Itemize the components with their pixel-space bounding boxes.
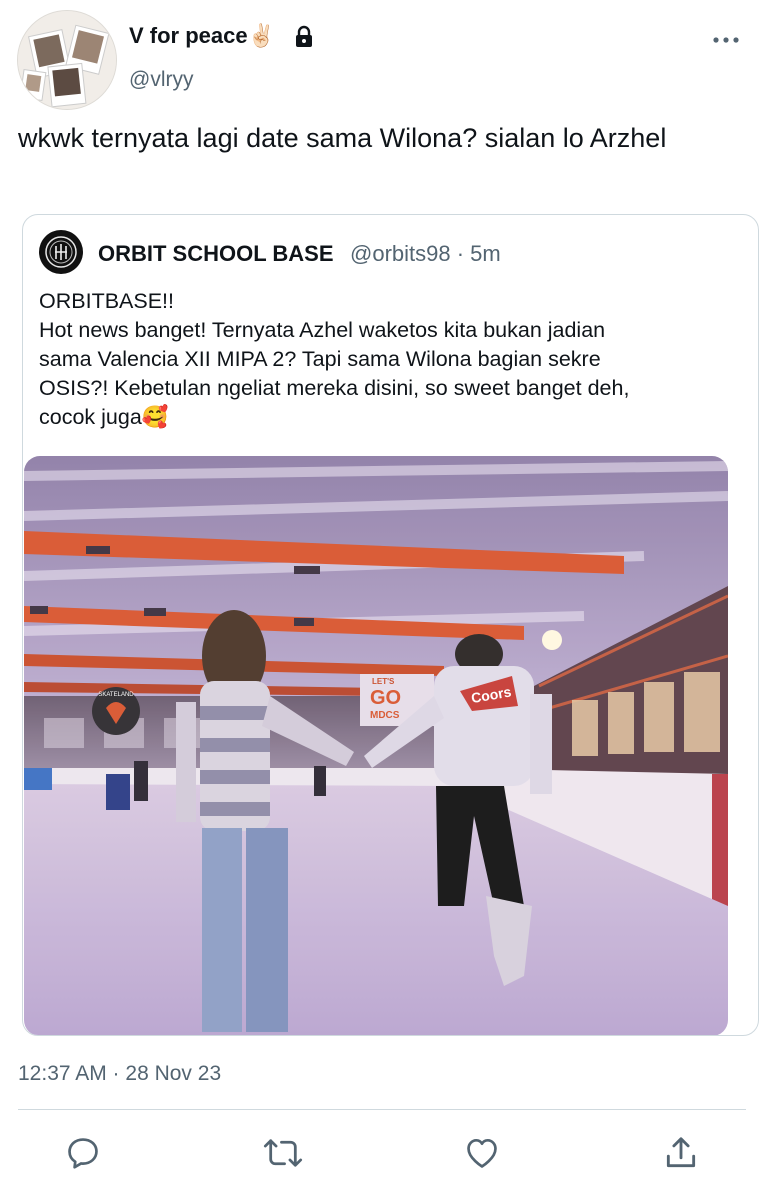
tweet-text: wkwk ternyata lagi date sama Wilona? sia… bbox=[18, 123, 667, 153]
quote-avatar[interactable] bbox=[39, 230, 83, 274]
author-display-name[interactable]: V for peace✌🏻 bbox=[129, 23, 275, 49]
lock-icon bbox=[296, 25, 312, 47]
reply-icon[interactable] bbox=[64, 1134, 102, 1172]
quote-text: ORBITBASE!! Hot news banget! Ternyata Az… bbox=[39, 287, 739, 432]
avatar-collage bbox=[18, 11, 116, 109]
retweet-icon[interactable] bbox=[263, 1134, 303, 1172]
ice-rink-photo: SKATELAND LET'S GO MDCS Coors bbox=[24, 456, 728, 1035]
quote-display-name[interactable]: ORBIT SCHOOL BASE bbox=[98, 241, 334, 267]
quote-text-line: sama Valencia XII MIPA 2? Tapi sama Wilo… bbox=[39, 347, 601, 371]
divider bbox=[18, 1109, 746, 1110]
quote-text-line: ORBITBASE!! bbox=[39, 289, 175, 313]
like-icon[interactable] bbox=[462, 1134, 502, 1172]
quote-text-line: OSIS?! Kebetulan ngeliat mereka disini, … bbox=[39, 376, 630, 400]
more-icon[interactable] bbox=[712, 30, 740, 50]
quote-photo[interactable]: SKATELAND LET'S GO MDCS Coors bbox=[24, 456, 728, 1035]
quote-text-line: cocok juga🥰 bbox=[39, 405, 169, 429]
share-icon[interactable] bbox=[662, 1134, 700, 1172]
quote-handle-time[interactable]: @orbits98 · 5m bbox=[350, 241, 501, 267]
avatar[interactable] bbox=[17, 10, 117, 110]
school-crest-icon bbox=[40, 231, 82, 273]
quote-text-line: Hot news banget! Ternyata Azhel waketos … bbox=[39, 318, 606, 342]
tweet-timestamp[interactable]: 12:37 AM · 28 Nov 23 bbox=[18, 1062, 221, 1086]
author-handle[interactable]: @vlryy bbox=[129, 68, 193, 92]
quote-tweet-card[interactable]: ORBIT SCHOOL BASE @orbits98 · 5m ORBITBA… bbox=[22, 214, 759, 1036]
